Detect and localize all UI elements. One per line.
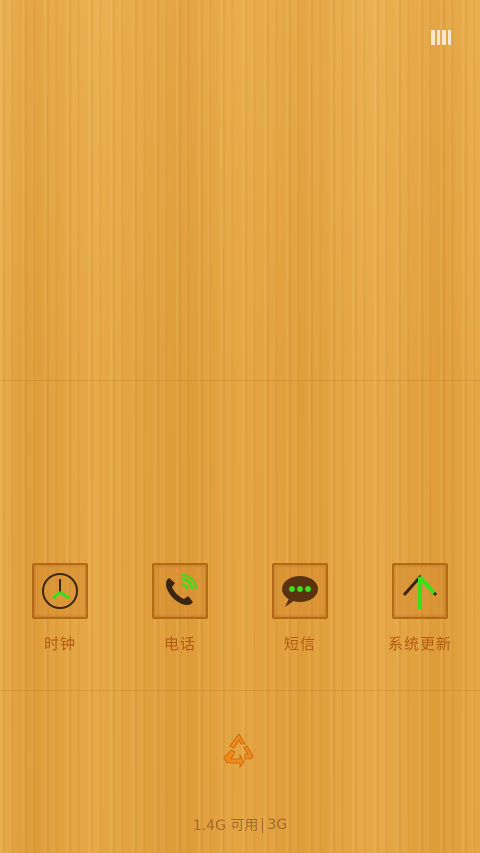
message-icon: [282, 576, 318, 607]
app-icon-frame[interactable]: [272, 563, 328, 619]
wood-plank-seam: [0, 690, 480, 691]
app-system-update[interactable]: 系统更新: [365, 563, 475, 654]
memory-status: 1.4G 可用 3G: [0, 815, 480, 835]
divider: [262, 817, 264, 833]
network-type-text: 3G: [267, 817, 288, 833]
clock-icon: [42, 573, 78, 609]
phone-icon: [165, 574, 197, 606]
app-phone[interactable]: 电话: [125, 563, 235, 654]
app-label: 时钟: [43, 635, 76, 653]
app-label: 电话: [163, 635, 196, 653]
app-label: 系统更新: [387, 635, 452, 653]
app-messages[interactable]: 短信: [245, 563, 355, 654]
recycle-icon[interactable]: [220, 732, 258, 768]
app-clock[interactable]: 时钟: [5, 563, 115, 654]
battery-outline-icon: [431, 30, 451, 45]
update-arrow-icon: [402, 574, 438, 609]
wood-plank-seam: [0, 380, 480, 381]
app-label: 短信: [283, 635, 316, 653]
app-icon-frame[interactable]: [392, 563, 448, 619]
app-icon-frame[interactable]: [152, 563, 208, 619]
app-icon-frame[interactable]: [32, 563, 88, 619]
app-dock: 时钟 电话 短信 系统更新: [0, 563, 480, 663]
free-memory-text: 1.4G 可用: [192, 818, 259, 834]
